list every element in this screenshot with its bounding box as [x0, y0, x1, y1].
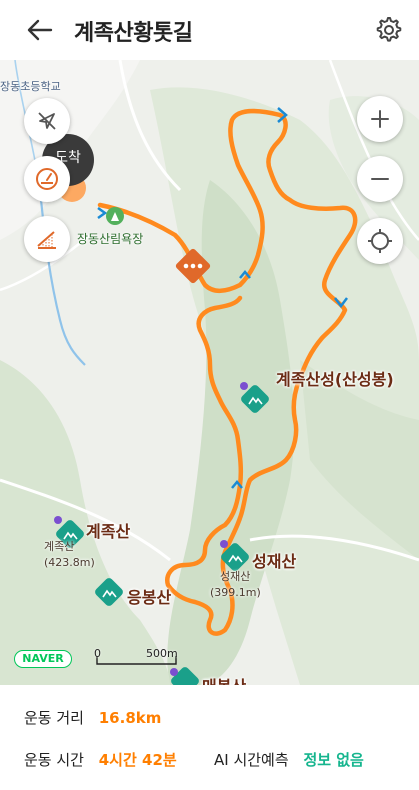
label-seongjaesan: 성재산: [252, 552, 297, 571]
label-school: 장동초등학교: [0, 80, 61, 93]
distance-row: 운동 거리 16.8km: [24, 707, 161, 728]
label-gyejoksan-height: (423.8m): [44, 556, 95, 569]
ai-value: 정보 없음: [303, 751, 364, 769]
label-gyejoksan: 계족산: [86, 522, 131, 541]
compass-off-icon: [38, 112, 56, 130]
time-label: 운동 시간: [24, 751, 84, 769]
zoom-out-icon: [371, 178, 389, 180]
naver-logo: NAVER: [14, 650, 72, 668]
label-maebongsan: 매봉산: [202, 673, 246, 685]
settings-button[interactable]: [371, 12, 405, 46]
zoom-in-button[interactable]: [357, 96, 403, 142]
ai-row: AI 시간예측 정보 없음: [214, 749, 364, 770]
label-seongjaesan-sub: 성재산: [220, 570, 251, 583]
speedometer-icon: [36, 168, 58, 190]
label-gyejoksan-sub: 계족산: [44, 540, 75, 553]
label-fortress: 계족산성(산성봉): [276, 370, 394, 389]
back-button[interactable]: [24, 14, 56, 46]
distance-value: 16.8km: [98, 709, 162, 727]
map-view[interactable]: 장동초등학교 장동산림욕장 계족산성(산성봉) 계족산 계족산 (423.8m)…: [0, 60, 419, 685]
app-header: 계족산황톳길: [0, 0, 419, 60]
speed-button[interactable]: [24, 156, 70, 202]
gear-icon: [376, 17, 402, 42]
stats-panel: 운동 거리 16.8km 운동 시간 4시간 42분 AI 시간예측 정보 없음: [0, 685, 419, 790]
time-value: 4시간 42분: [98, 751, 177, 769]
label-forest: 장동산림욕장: [77, 232, 144, 246]
time-row: 운동 시간 4시간 42분: [24, 749, 177, 770]
current-location-button[interactable]: [357, 218, 403, 264]
zoom-out-button[interactable]: [357, 156, 403, 202]
elevation-button[interactable]: [24, 216, 70, 262]
zoom-in-icon: [371, 110, 389, 128]
arrow-left-icon: [27, 19, 53, 41]
ai-label: AI 시간예측: [214, 751, 289, 769]
label-eungbongsan: 응봉산: [127, 588, 172, 607]
scale-label-left: 0: [94, 647, 101, 660]
elevation-graph-icon: [37, 231, 56, 249]
page-title: 계족산황톳길: [74, 21, 193, 46]
label-seongjaesan-height: (399.1m): [210, 586, 261, 599]
current-location-icon: [368, 229, 392, 253]
scale-label-right: 500m: [146, 647, 178, 660]
compass-toggle-button[interactable]: [24, 98, 70, 144]
distance-label: 운동 거리: [24, 709, 84, 727]
